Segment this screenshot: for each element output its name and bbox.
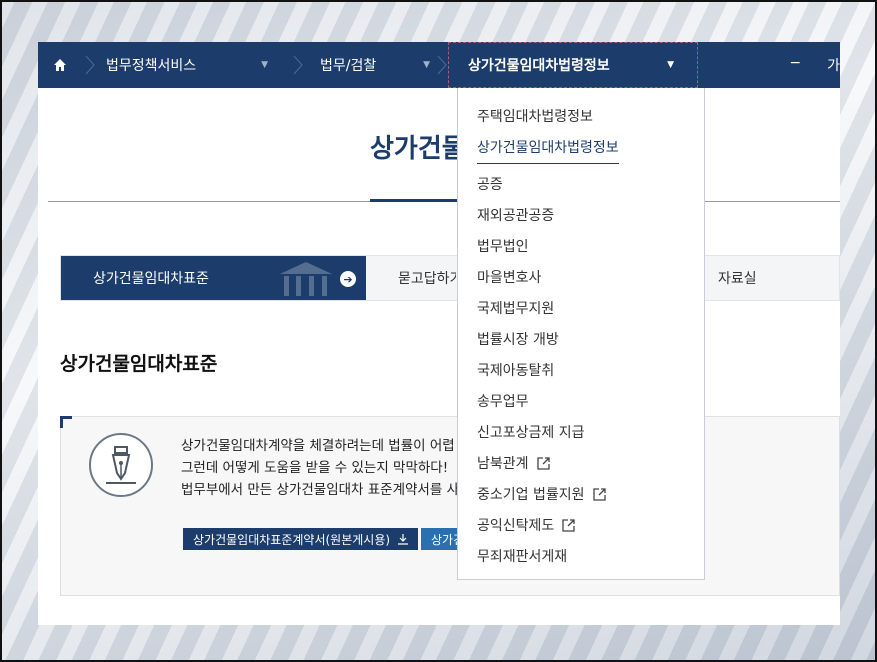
font-decrease-button[interactable]: − [789, 55, 801, 75]
info-description: 상가건물임대차계약을 체결하려는데 법률이 어렵 그런데 어떻게 도움을 받을 … [181, 435, 461, 501]
nav-item-justice[interactable]: 법무/검찰 ▼ [290, 42, 448, 88]
dropdown-item-label: 마을변호사 [477, 270, 542, 286]
fountain-pen-icon [89, 433, 153, 497]
background-decoration [40, 0, 877, 40]
dropdown-item-child-abduction[interactable]: 국제아동탈취 [477, 360, 704, 391]
tab-label: 자료실 [718, 271, 757, 287]
dropdown-item-law-firm[interactable]: 법무법인 [477, 236, 704, 267]
download-icon [398, 533, 409, 545]
dropdown-item-label: 국제법무지원 [477, 301, 555, 317]
dropdown-item-housing-lease[interactable]: 주택임대차법령정보 [477, 106, 704, 137]
download-standard-contract-button[interactable]: 상가건물임대차표준계약서(원본게시용) [183, 528, 419, 550]
dropdown-item-acquittal-publication[interactable]: 무죄재판서게재 [477, 546, 704, 577]
dropdown-item-label: 상가건물임대차법령정보 [477, 137, 619, 164]
dropdown-item-notarization[interactable]: 공증 [477, 174, 704, 205]
dropdown-item-inter-korean[interactable]: 남북관계 [477, 453, 704, 484]
corner-decoration [60, 416, 72, 428]
nav-item-label: 법무/검찰 [320, 58, 377, 74]
dropdown-item-public-trust[interactable]: 공익신탁제도 [477, 515, 704, 546]
info-line: 법무부에서 만든 상가건물임대차 표준계약서를 사 [181, 482, 459, 498]
top-navigation: 법무정책서비스 ▼ 법무/검찰 ▼ 상가건물임대차법령정보 ▼ − 가 [38, 42, 840, 88]
nav-item-commercial-lease[interactable]: 상가건물임대차법령정보 ▼ [437, 42, 698, 88]
dropdown-item-label: 송무업무 [477, 394, 529, 410]
dropdown-item-label: 남북관계 [477, 456, 529, 472]
dropdown-item-international-legal[interactable]: 국제법무지원 [477, 298, 704, 329]
nav-item-label: 법무정책서비스 [106, 58, 197, 74]
dropdown-item-label: 신고포상금제 지급 [477, 425, 585, 441]
external-link-icon [536, 457, 550, 470]
info-line: 그런데 어떻게 도움을 받을 수 있는지 막막하다! [181, 460, 449, 476]
dropdown-item-commercial-lease[interactable]: 상가건물임대차법령정보 [477, 137, 704, 168]
chevron-right-icon [437, 55, 447, 75]
nav-item-label: 상가건물임대차법령정보 [468, 58, 610, 74]
home-button[interactable] [38, 58, 82, 72]
tab-label: 묻고답하기 [398, 271, 456, 287]
external-link-icon [592, 488, 606, 501]
dropdown-item-label: 중소기업 법률지원 [477, 487, 585, 503]
font-size-label[interactable]: 가 [827, 55, 840, 75]
page-title: 상가건물임대차법령정보 [370, 134, 470, 164]
chevron-right-icon [293, 55, 303, 75]
info-box: 상가건물임대차계약을 체결하려는데 법률이 어렵 그런데 어떻게 도움을 받을 … [60, 416, 840, 596]
font-size-controls: − 가 [789, 55, 840, 75]
caret-down-icon: ▼ [261, 60, 268, 70]
dropdown-item-label: 주택임대차법령정보 [477, 109, 593, 125]
nav-item-policy-service[interactable]: 법무정책서비스 ▼ [82, 42, 290, 88]
chevron-right-icon [85, 55, 95, 75]
building-icon [280, 262, 332, 296]
title-underline [370, 199, 470, 202]
dropdown-item-village-lawyer[interactable]: 마을변호사 [477, 267, 704, 298]
section-title: 상가건물임대차표준 [60, 353, 218, 375]
dropdown-item-legal-market[interactable]: 법률시장 개방 [477, 329, 704, 360]
dropdown-item-sme-legal[interactable]: 중소기업 법률지원 [477, 484, 704, 515]
dropdown-item-label: 무죄재판서게재 [477, 549, 568, 565]
arrow-right-icon: ➔ [340, 271, 356, 287]
dropdown-item-label: 국제아동탈취 [477, 363, 555, 379]
dropdown-item-label: 공익신탁제도 [477, 518, 555, 534]
dropdown-item-label: 법률시장 개방 [477, 332, 559, 348]
home-icon [54, 59, 66, 71]
dropdown-item-overseas-notarization[interactable]: 재외공관공증 [477, 205, 704, 236]
download-button-label: 상가건물임대차표준계약서(원본게시용) [193, 532, 391, 547]
page-header: 상가건물임대차법령정보 [48, 88, 840, 202]
dropdown-item-label: 법무법인 [477, 239, 529, 255]
dropdown-item-label: 재외공관공증 [477, 208, 555, 224]
content-tabs: 상가건물임대차표준 ➔ 묻고답하기 자료실 [60, 255, 840, 301]
dropdown-item-reward[interactable]: 신고포상금제 지급 [477, 422, 704, 453]
dropdown-item-litigation[interactable]: 송무업무 [477, 391, 704, 422]
nav-dropdown-menu: 주택임대차법령정보 상가건물임대차법령정보 공증 재외공관공증 법무법인 마을변… [457, 88, 705, 580]
caret-down-icon: ▼ [667, 60, 674, 70]
caret-down-icon: ▼ [423, 60, 430, 70]
external-link-icon [562, 519, 575, 532]
info-line: 상가건물임대차계약을 체결하려는데 법률이 어렵 [181, 438, 455, 454]
dropdown-item-label: 공증 [477, 177, 503, 193]
tab-label: 상가건물임대차표준 [93, 271, 209, 287]
tab-faq[interactable]: 묻고답하기 [366, 256, 456, 300]
page-frame: 법무정책서비스 ▼ 법무/검찰 ▼ 상가건물임대차법령정보 ▼ − 가 상가건물… [38, 42, 840, 625]
tab-commercial-lease-standard[interactable]: 상가건물임대차표준 ➔ [61, 256, 366, 300]
